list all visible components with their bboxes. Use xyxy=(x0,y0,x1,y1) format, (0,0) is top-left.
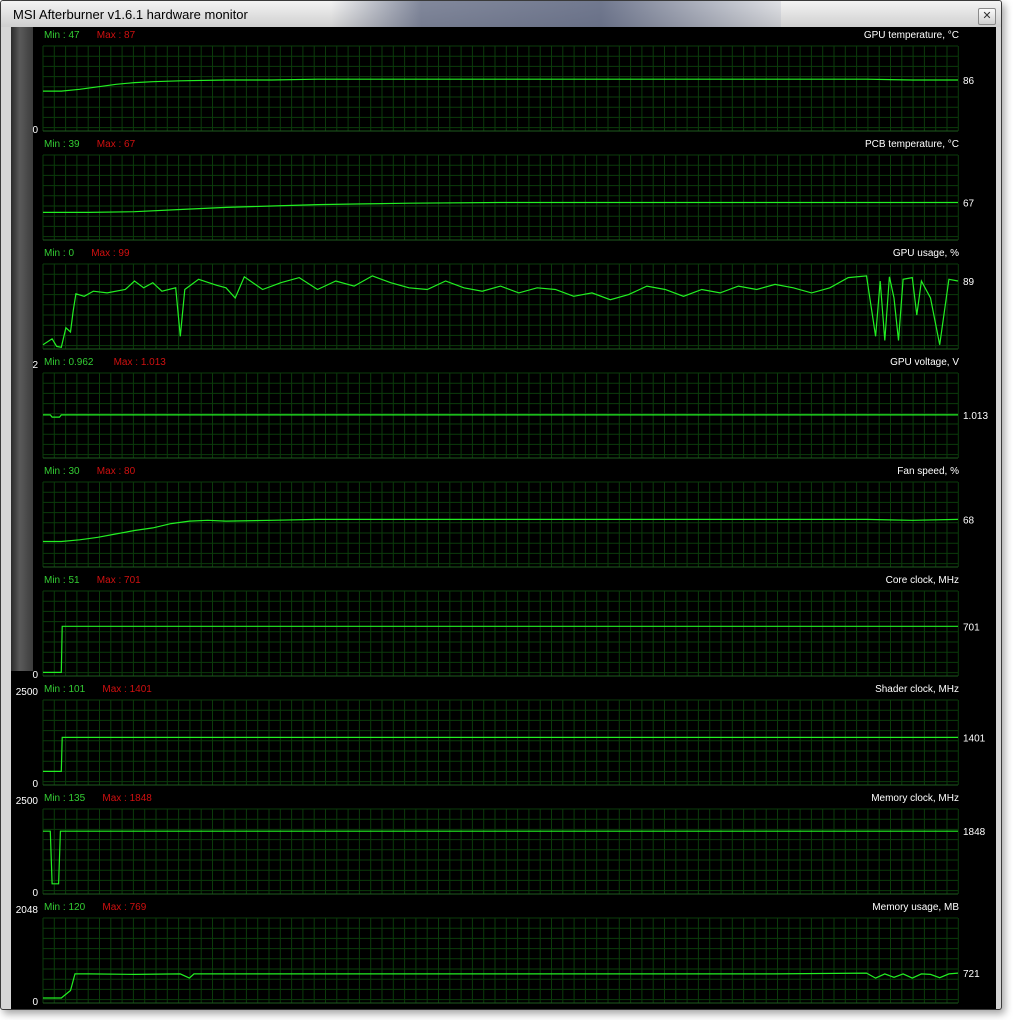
graph-panel-3: Min : 0.962 Max : 1.013 GPU voltage, V 1.01… xyxy=(32,357,988,459)
graph-current-value: 701 xyxy=(963,622,980,633)
graph-line-5 xyxy=(43,625,958,674)
graph-min-label: Min : 30 xyxy=(44,466,80,477)
graph-title: GPU usage, % xyxy=(893,248,959,259)
graph-max-label: Max : 769 xyxy=(102,902,146,913)
graph-current-value: 1848 xyxy=(963,827,986,838)
graph-min-label: Min : 0 xyxy=(44,248,74,259)
graph-current-value: 1401 xyxy=(963,733,986,744)
graph-min-label: Min : 120 xyxy=(44,902,86,913)
graph-panel-2: Min : 0 Max : 99 GPU usage, % 89 xyxy=(42,248,975,350)
graph-current-value: 721 xyxy=(963,969,980,980)
graph-line-7 xyxy=(43,830,958,885)
graph-axis-top: 2500 xyxy=(16,687,39,698)
graph-min-label: Min : 135 xyxy=(44,793,86,804)
graph-line-2 xyxy=(42,275,959,348)
graph-title: PCB temperature, °C xyxy=(865,139,959,150)
graph-current-value: 1.013 xyxy=(963,411,988,422)
graph-panel-1: Min : 39 Max : 67 PCB temperature, °C 67 xyxy=(42,139,975,241)
graph-max-label: Max : 67 xyxy=(97,139,136,150)
graph-current-value: 68 xyxy=(963,515,975,526)
graph-max-label: Max : 80 xyxy=(97,466,136,477)
graph-panel-7: Min : 135 Max : 1848 Memory clock, MHz 1848… xyxy=(16,793,986,899)
graph-title: Core clock, MHz xyxy=(886,575,959,586)
graph-current-value: 67 xyxy=(963,198,975,209)
graph-title: Fan speed, % xyxy=(897,466,959,477)
graph-max-label: Max : 99 xyxy=(91,248,130,259)
graph-min-label: Min : 101 xyxy=(44,684,86,695)
graph-panel-6: Min : 101 Max : 1401 Shader clock, MHz 1401… xyxy=(16,684,986,790)
graph-axis-bottom: 0 xyxy=(32,888,38,899)
graph-title: Shader clock, MHz xyxy=(875,684,959,695)
graph-min-label: Min : 47 xyxy=(44,30,80,41)
graph-axis-top: 2 xyxy=(32,360,38,371)
graph-panel-4: Min : 30 Max : 80 Fan speed, % 68 xyxy=(42,466,975,568)
graph-title: GPU temperature, °C xyxy=(864,30,959,41)
graph-line-3 xyxy=(43,414,958,418)
monitor-graphs: Min : 47 Max : 87 GPU temperature, °C860Mi… xyxy=(16,30,989,1008)
graph-max-label: Max : 701 xyxy=(97,575,141,586)
graph-title: Memory usage, MB xyxy=(872,902,959,913)
graph-line-0 xyxy=(43,78,958,92)
graph-min-label: Min : 39 xyxy=(44,139,80,150)
graph-axis-top: 2500 xyxy=(16,796,39,807)
graph-panel-0: Min : 47 Max : 87 GPU temperature, °C 86 0 xyxy=(32,30,974,136)
graph-line-1 xyxy=(43,201,958,213)
graph-title: GPU voltage, V xyxy=(890,357,959,368)
graph-line-6 xyxy=(43,736,958,773)
graph-current-value: 89 xyxy=(963,277,975,288)
graph-max-label: Max : 1401 xyxy=(102,684,152,695)
graph-min-label: Min : 0.962 xyxy=(44,357,94,368)
graph-line-8 xyxy=(43,972,959,999)
graph-max-label: Max : 1.013 xyxy=(114,357,167,368)
graph-axis-top: 2048 xyxy=(16,905,39,916)
graph-axis-bottom: 0 xyxy=(32,670,38,681)
graph-panel-8: Min : 120 Max : 769 Memory usage, MB 721 204… xyxy=(16,902,980,1008)
graph-max-label: Max : 1848 xyxy=(102,793,152,804)
graph-max-label: Max : 87 xyxy=(97,30,136,41)
graph-title: Memory clock, MHz xyxy=(871,793,959,804)
graph-panel-5: Min : 51 Max : 701 Core clock, MHz 701 0 xyxy=(32,575,980,681)
graph-min-label: Min : 51 xyxy=(44,575,80,586)
graph-current-value: 86 xyxy=(963,76,975,87)
graph-axis-bottom: 0 xyxy=(32,779,38,790)
graph-axis-bottom: 0 xyxy=(32,125,38,136)
graph-axis-bottom: 0 xyxy=(32,997,38,1008)
